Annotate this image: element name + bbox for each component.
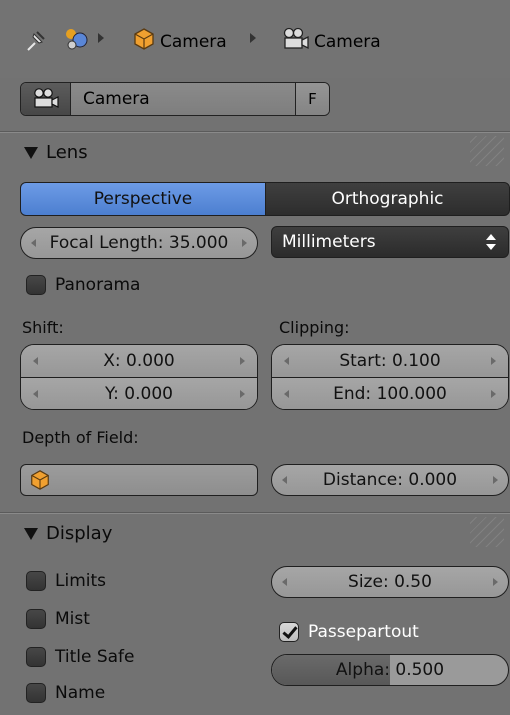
increment-arrow-icon[interactable] <box>491 390 496 398</box>
size-field[interactable]: Size: 0.50 <box>271 566 509 598</box>
checkbox-box[interactable] <box>26 647 46 667</box>
shift-x-field[interactable]: X: 0.000 <box>21 345 257 377</box>
limits-label: Limits <box>55 571 106 591</box>
display-panel-header[interactable]: Display <box>24 523 112 544</box>
name-label: Name <box>55 683 106 703</box>
title-safe-label: Title Safe <box>55 647 135 667</box>
dof-object-field[interactable] <box>20 464 258 496</box>
mist-label: Mist <box>55 609 90 629</box>
increment-arrow-icon[interactable] <box>491 357 496 365</box>
lens-panel-header[interactable]: Lens <box>24 142 88 163</box>
increment-arrow-icon[interactable] <box>493 578 498 586</box>
pin-icon[interactable] <box>22 26 50 59</box>
clipping-fields: Start: 0.100 End: 100.000 <box>271 344 509 410</box>
decrement-arrow-icon[interactable] <box>31 239 36 247</box>
breadcrumb-separator-icon <box>250 33 256 43</box>
scene-icon <box>62 24 92 59</box>
shift-y-field[interactable]: Y: 0.000 <box>21 377 257 409</box>
breadcrumb-camera-data: Camera <box>282 27 381 56</box>
size-value: Size: 0.50 <box>348 572 432 592</box>
mist-checkbox[interactable]: Mist <box>26 609 90 629</box>
dropdown-updown-icon <box>486 234 496 250</box>
increment-arrow-icon[interactable] <box>242 239 247 247</box>
decrement-arrow-icon[interactable] <box>33 390 38 398</box>
alpha-value: Alpha: 0.500 <box>335 660 445 680</box>
checkbox-box[interactable] <box>26 683 46 703</box>
checkbox-box[interactable] <box>26 609 46 629</box>
breadcrumb-bar: Camera Camera <box>0 0 510 78</box>
camera-data-icon <box>282 27 310 56</box>
decrement-arrow-icon[interactable] <box>282 476 287 484</box>
lens-unit-dropdown[interactable]: Millimeters <box>271 226 509 258</box>
clip-end-value: End: 100.000 <box>333 384 447 404</box>
panel-drag-grip-icon[interactable] <box>470 136 504 166</box>
checkbox-box[interactable] <box>26 275 46 295</box>
increment-arrow-icon[interactable] <box>240 357 245 365</box>
checkbox-box[interactable] <box>26 571 46 591</box>
dof-label: Depth of Field: <box>22 428 139 447</box>
shift-fields: X: 0.000 Y: 0.000 <box>20 344 258 410</box>
object-cube-icon <box>132 27 156 56</box>
alpha-slider[interactable]: Alpha: 0.500 <box>271 654 509 686</box>
breadcrumb-camera-data-label: Camera <box>314 31 381 52</box>
display-panel-title: Display <box>46 523 113 544</box>
panel-drag-grip-icon[interactable] <box>470 517 504 547</box>
clipping-label: Clipping: <box>279 318 350 337</box>
collapse-triangle-icon <box>24 146 38 159</box>
title-safe-checkbox[interactable]: Title Safe <box>26 647 135 667</box>
lens-panel-title: Lens <box>46 142 88 163</box>
dof-distance-value: Distance: 0.000 <box>322 470 458 490</box>
clip-start-value: Start: 0.100 <box>339 351 441 371</box>
object-cube-icon <box>29 469 51 496</box>
breadcrumb-separator-icon <box>98 33 104 43</box>
breadcrumb-object-label: Camera <box>160 31 227 52</box>
focal-length-value: Focal Length: 35.000 <box>49 233 229 253</box>
lens-unit-value: Millimeters <box>282 232 376 252</box>
name-checkbox[interactable]: Name <box>26 683 105 703</box>
panorama-checkbox[interactable]: Panorama <box>26 275 140 295</box>
decrement-arrow-icon[interactable] <box>284 357 289 365</box>
camera-name-input[interactable]: Camera <box>83 89 150 109</box>
passepartout-checkbox[interactable]: Passepartout <box>279 622 419 642</box>
passepartout-label: Passepartout <box>308 622 419 642</box>
increment-arrow-icon[interactable] <box>240 390 245 398</box>
camera-browse-button[interactable] <box>21 83 71 115</box>
checkbox-box[interactable] <box>279 622 299 642</box>
focal-length-field[interactable]: Focal Length: 35.000 <box>20 227 258 259</box>
decrement-arrow-icon[interactable] <box>282 578 287 586</box>
panel-divider <box>0 131 510 133</box>
increment-arrow-icon[interactable] <box>493 476 498 484</box>
camera-datablock-field[interactable]: Camera F <box>20 82 330 116</box>
dof-distance-field[interactable]: Distance: 0.000 <box>271 464 509 496</box>
collapse-triangle-icon <box>24 527 38 540</box>
decrement-arrow-icon[interactable] <box>33 357 38 365</box>
limits-checkbox[interactable]: Limits <box>26 571 106 591</box>
decrement-arrow-icon[interactable] <box>284 390 289 398</box>
camera-data-icon <box>33 88 59 108</box>
orthographic-button[interactable]: Orthographic <box>265 182 510 216</box>
panorama-label: Panorama <box>55 275 141 295</box>
clip-end-field[interactable]: End: 100.000 <box>272 377 508 409</box>
panel-divider <box>0 512 510 514</box>
breadcrumb-object: Camera <box>132 27 227 56</box>
fake-user-button[interactable]: F <box>295 83 329 115</box>
perspective-button[interactable]: Perspective <box>20 182 266 216</box>
shift-y-value: Y: 0.000 <box>105 384 173 404</box>
shift-label: Shift: <box>22 318 64 337</box>
shift-x-value: X: 0.000 <box>103 351 175 371</box>
clip-start-field[interactable]: Start: 0.100 <box>272 345 508 377</box>
